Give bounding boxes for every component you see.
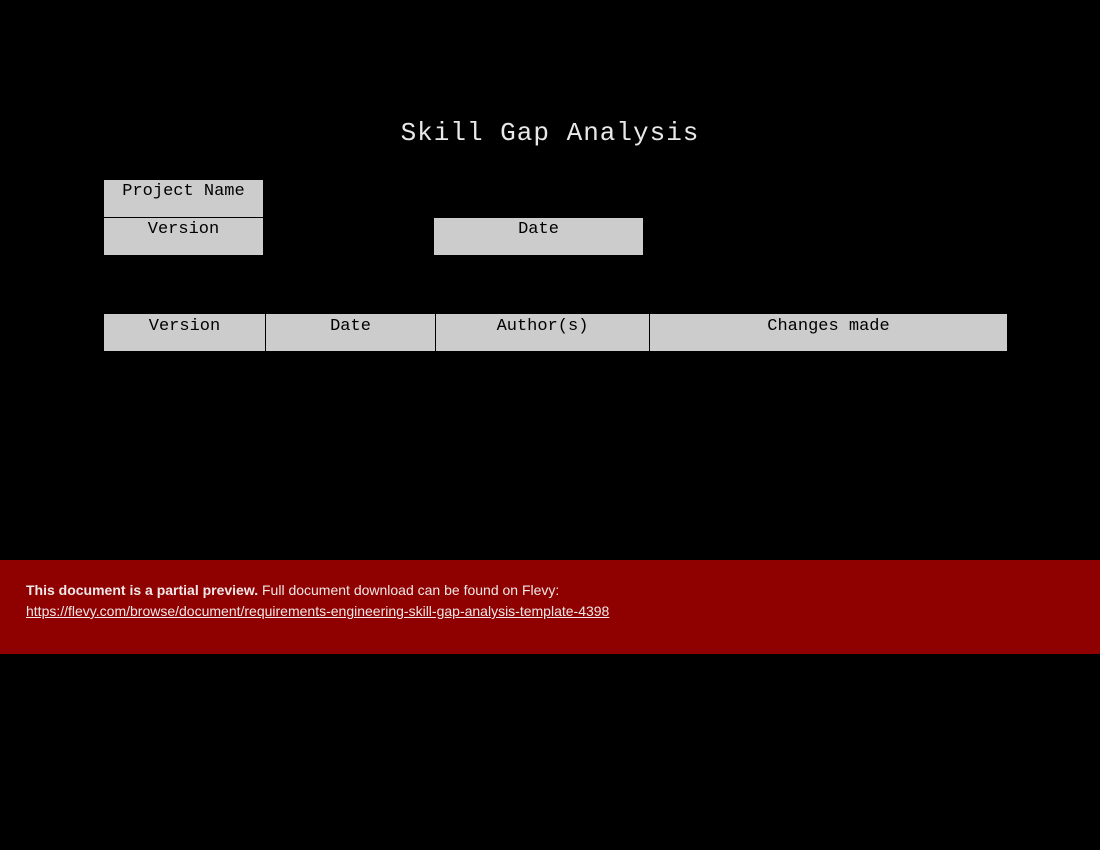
history-header-version: Version	[104, 314, 266, 352]
date-label: Date	[434, 218, 644, 256]
history-table: Version Date Author(s) Changes made	[103, 313, 1008, 352]
history-header-changes: Changes made	[650, 314, 1008, 352]
history-header-author: Author(s)	[436, 314, 650, 352]
preview-banner: This document is a partial preview. Full…	[0, 560, 1100, 654]
banner-link[interactable]: https://flevy.com/browse/document/requir…	[26, 603, 609, 619]
meta-row-version-date: Version Date	[104, 218, 644, 256]
history-header-date: Date	[266, 314, 436, 352]
meta-spacer	[434, 180, 644, 218]
banner-rest-text: Full document download can be found on F…	[258, 582, 559, 598]
document-title: Skill Gap Analysis	[0, 118, 1100, 148]
version-label: Version	[104, 218, 264, 256]
meta-row-project: Project Name	[104, 180, 644, 218]
project-name-value	[264, 180, 434, 218]
version-value	[264, 218, 434, 256]
project-name-label: Project Name	[104, 180, 264, 218]
history-header-row: Version Date Author(s) Changes made	[104, 314, 1008, 352]
meta-table: Project Name Version Date	[103, 179, 644, 256]
document-page: Skill Gap Analysis Project Name Version …	[0, 0, 1100, 850]
banner-bold-text: This document is a partial preview.	[26, 582, 258, 598]
